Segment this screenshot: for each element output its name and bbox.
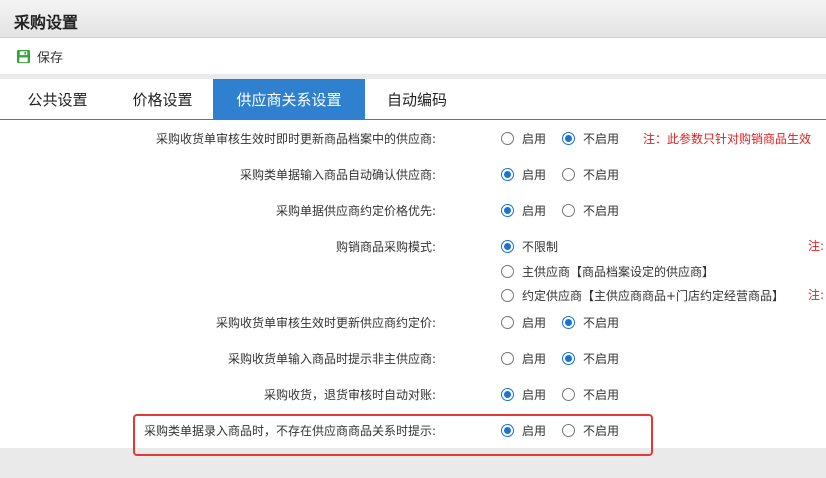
radio-checked-icon — [562, 352, 575, 365]
save-button[interactable]: 保存 — [16, 47, 64, 66]
option-label: 不启用 — [583, 132, 620, 146]
option-label: 不启用 — [583, 424, 620, 438]
setting5-option-disable[interactable]: 不启用 — [562, 350, 619, 367]
option-label: 启用 — [522, 204, 547, 218]
setting0-option-disable[interactable]: 不启用 — [562, 130, 619, 147]
option-label: 启用 — [522, 388, 547, 402]
setting3-option-unlimited[interactable]: 不限制 — [501, 238, 558, 255]
radio-icon — [501, 132, 514, 145]
radio-checked-icon — [501, 204, 514, 217]
setting-label-auto-confirm: 采购类单据输入商品自动确认供应商: — [239, 168, 436, 182]
window-title: 采购设置 — [14, 13, 79, 32]
option-label: 不启用 — [583, 204, 620, 218]
option-label: 不限制 — [522, 240, 559, 254]
setting-label-auto-reconcile: 采购收货，退货审核时自动对账: — [263, 388, 436, 402]
window-titlebar: 采购设置 — [0, 0, 826, 38]
setting6-option-enable[interactable]: 启用 — [501, 386, 546, 403]
setting-label-update-supplier: 采购收货单审核生效时即时更新商品档案中的供应商: — [155, 132, 436, 146]
setting4-option-enable[interactable]: 启用 — [501, 314, 546, 331]
setting-label-price-priority: 采购单据供应商约定价格优先: — [275, 204, 436, 218]
option-label: 主供应商【商品档案设定的供应商】 — [522, 265, 715, 279]
radio-icon — [562, 204, 575, 217]
tab-supplier-relations[interactable]: 供应商关系设置 — [213, 79, 365, 119]
setting5-option-enable[interactable]: 启用 — [501, 350, 546, 367]
option-label: 启用 — [522, 132, 547, 146]
save-icon — [16, 49, 31, 63]
option-label: 启用 — [522, 316, 547, 330]
option-label: 不启用 — [583, 316, 620, 330]
setting3-option-main-supplier[interactable]: 主供应商【商品档案设定的供应商】 — [501, 263, 714, 280]
radio-checked-icon — [501, 424, 514, 437]
tab-bar: 公共设置 价格设置 供应商关系设置 自动编码 — [0, 79, 826, 119]
radio-checked-icon — [501, 168, 514, 181]
radio-icon — [501, 352, 514, 365]
setting2-option-enable[interactable]: 启用 — [501, 202, 546, 219]
radio-checked-icon — [501, 388, 514, 401]
radio-icon — [501, 289, 514, 302]
radio-icon — [501, 265, 514, 278]
radio-icon — [501, 316, 514, 329]
note-text: 注: — [808, 288, 825, 302]
setting6-option-disable[interactable]: 不启用 — [562, 386, 619, 403]
tab-public-settings[interactable]: 公共设置 — [0, 79, 115, 119]
tab-auto-coding[interactable]: 自动编码 — [368, 79, 466, 119]
option-label: 启用 — [522, 424, 547, 438]
radio-icon — [562, 424, 575, 437]
option-label: 约定供应商【主供应商商品+门店约定经营商品】 — [522, 289, 785, 303]
setting-label-purchase-mode: 购销商品采购模式: — [335, 240, 436, 254]
setting0-option-enable[interactable]: 启用 — [501, 130, 546, 147]
option-label: 不启用 — [583, 168, 620, 182]
option-label: 启用 — [522, 168, 547, 182]
note-text: 注：此参数只针对购销商品生效 — [643, 132, 812, 146]
setting4-option-disable[interactable]: 不启用 — [562, 314, 619, 331]
settings-panel: 采购收货单审核生效时即时更新商品档案中的供应商: 启用 不启用 注：此参数只针对… — [0, 120, 826, 448]
tab-price-settings[interactable]: 价格设置 — [115, 79, 210, 119]
radio-checked-icon — [562, 316, 575, 329]
radio-icon — [562, 168, 575, 181]
radio-icon — [562, 388, 575, 401]
option-label: 启用 — [522, 352, 547, 366]
setting7-option-enable[interactable]: 启用 — [501, 422, 546, 439]
setting1-option-enable[interactable]: 启用 — [501, 166, 546, 183]
radio-checked-icon — [501, 240, 514, 253]
setting-label-update-contract-price: 采购收货单审核生效时更新供应商约定价: — [215, 316, 436, 330]
setting-label-missing-relation-prompt: 采购类单据录入商品时，不存在供应商商品关系时提示: — [143, 424, 436, 438]
setting2-option-disable[interactable]: 不启用 — [562, 202, 619, 219]
option-label: 不启用 — [583, 352, 620, 366]
setting7-option-disable[interactable]: 不启用 — [562, 422, 619, 439]
radio-checked-icon — [562, 132, 575, 145]
setting3-option-contract-supplier[interactable]: 约定供应商【主供应商商品+门店约定经营商品】 — [501, 287, 784, 304]
note-text: 注: — [808, 239, 825, 253]
option-label: 不启用 — [583, 388, 620, 402]
setting1-option-disable[interactable]: 不启用 — [562, 166, 619, 183]
save-label: 保存 — [37, 50, 64, 66]
toolbar: 保存 — [0, 38, 826, 74]
setting-label-non-main-supplier-prompt: 采购收货单输入商品时提示非主供应商: — [227, 352, 436, 366]
